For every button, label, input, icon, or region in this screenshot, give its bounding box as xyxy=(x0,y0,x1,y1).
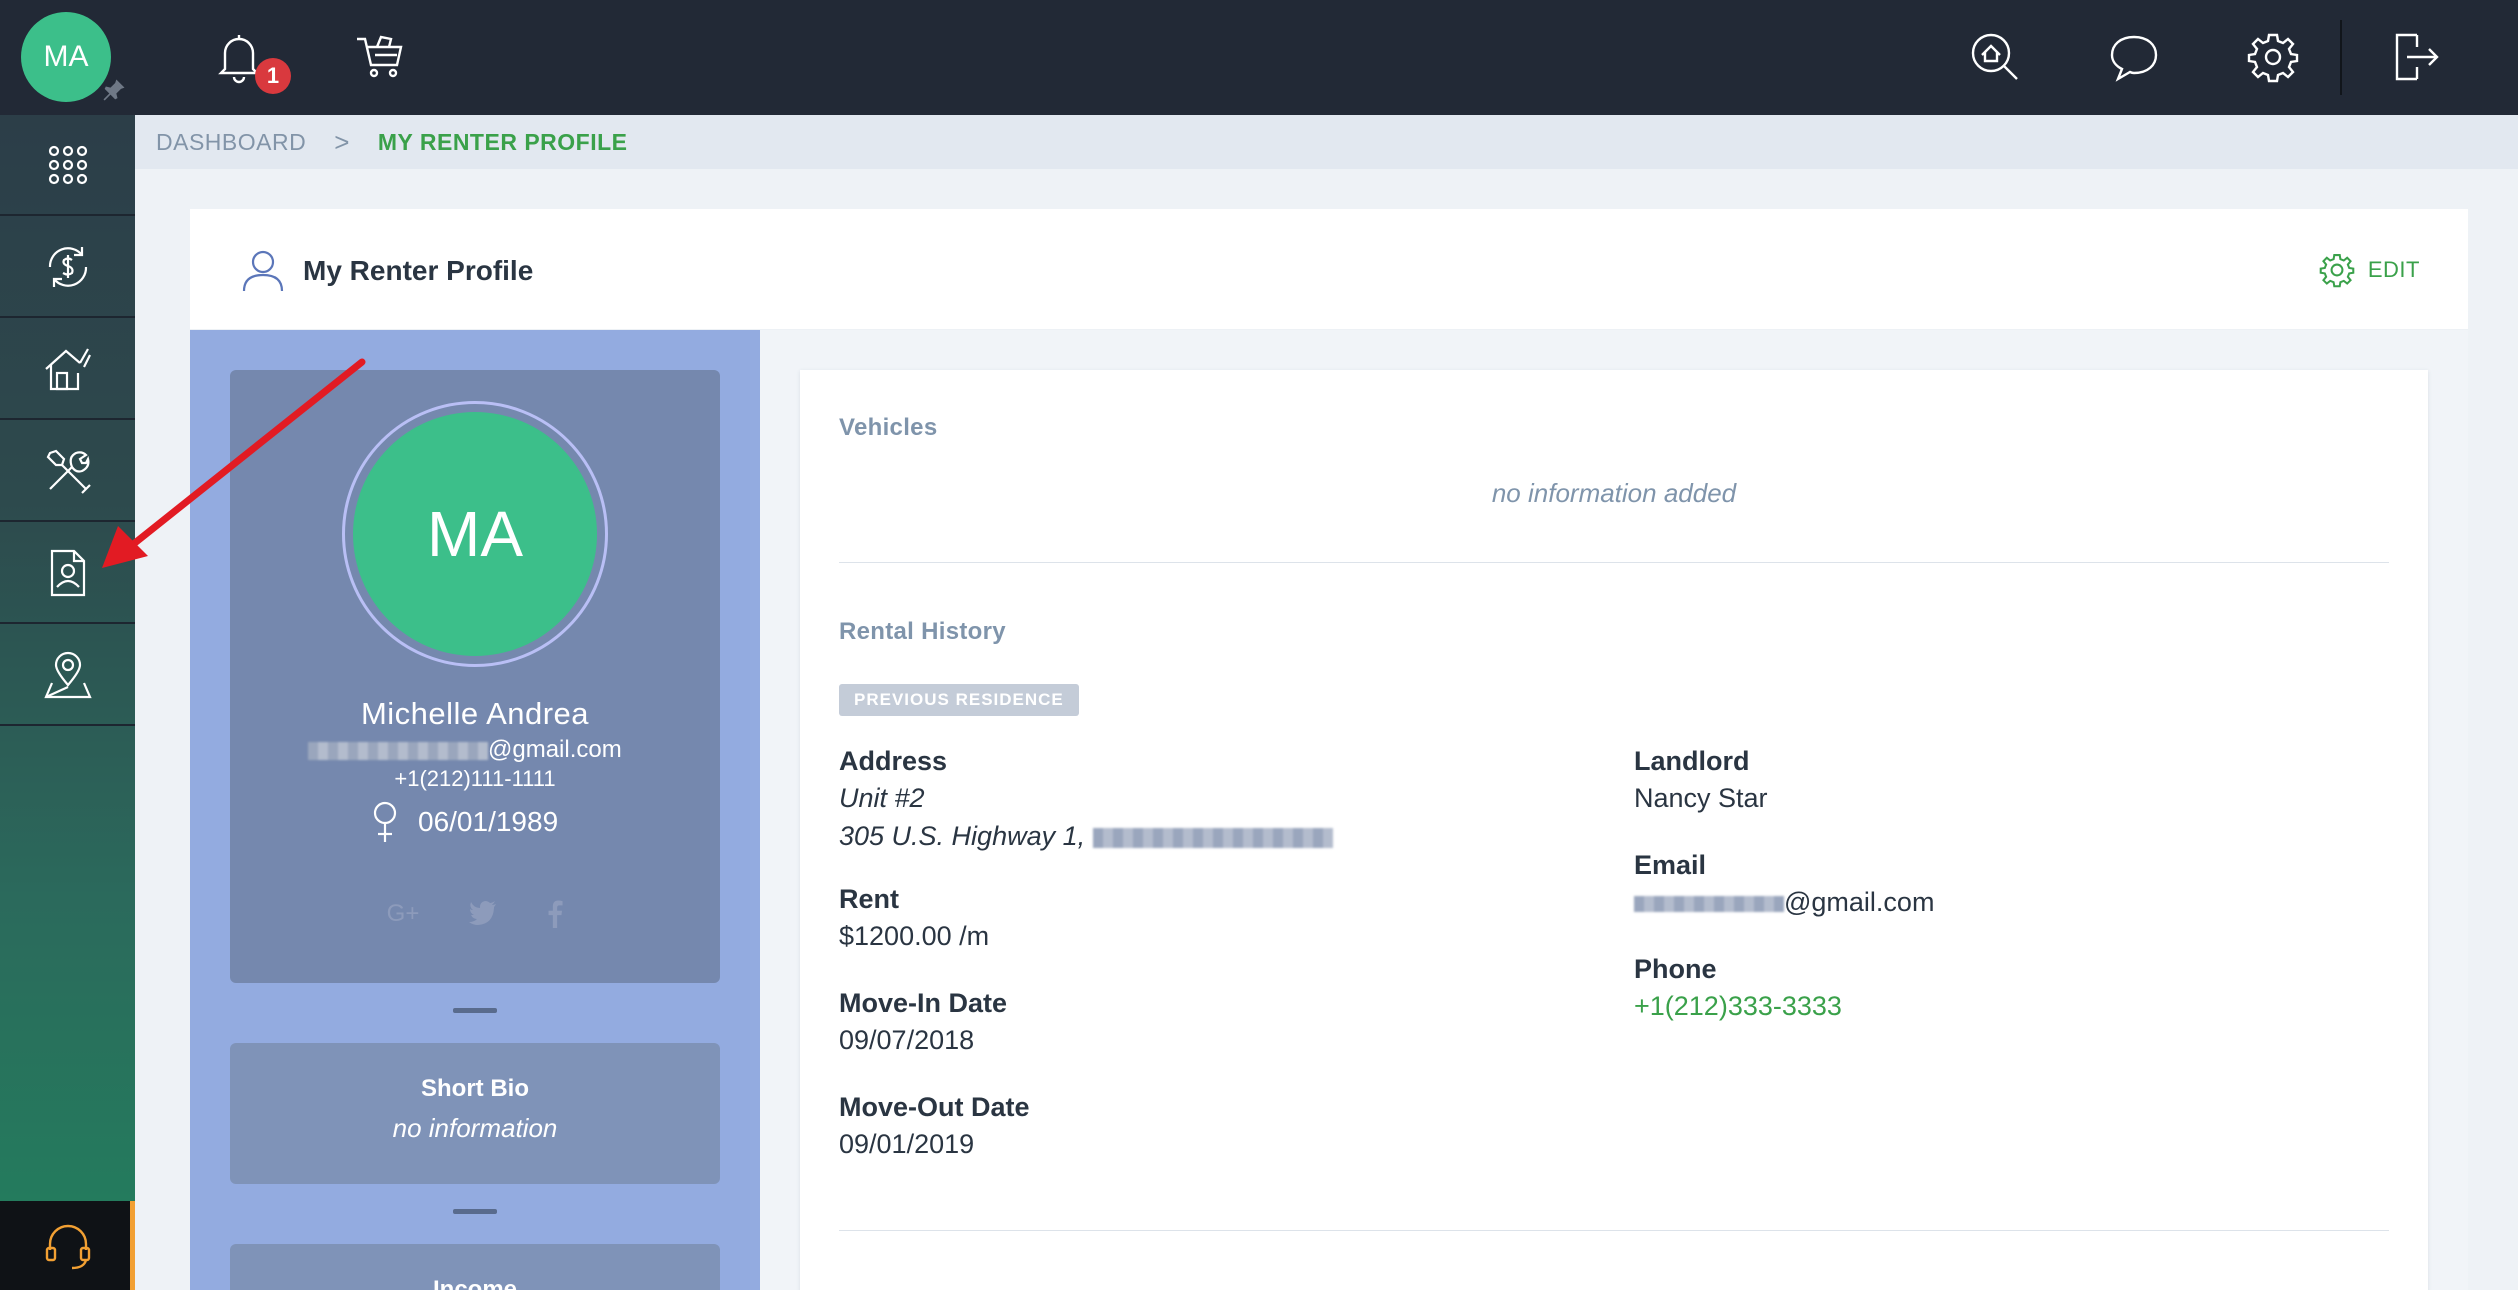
sidebar-item-dashboard[interactable] xyxy=(0,115,135,216)
landlord-phone-label: Phone xyxy=(1634,954,1717,984)
rent-value: $1200.00 /m xyxy=(839,921,990,951)
topbar-divider xyxy=(2340,20,2342,95)
address-label: Address xyxy=(839,746,948,776)
home-search-icon xyxy=(1971,33,2018,80)
renter-profile-icon xyxy=(50,549,85,596)
landlord-value: Nancy Star xyxy=(1634,783,1768,813)
edit-label: EDIT xyxy=(2367,257,2420,282)
section-drag-handle[interactable] xyxy=(453,1008,497,1013)
card-header: My Renter Profile EDIT xyxy=(190,209,2468,330)
move-out-label: Move-Out Date xyxy=(839,1092,1030,1122)
profile-avatar-ring: MA xyxy=(342,401,608,667)
address-line1: Unit #2 xyxy=(839,783,925,813)
cart-button[interactable] xyxy=(351,27,411,87)
tools-icon xyxy=(46,449,91,494)
edit-button[interactable]: EDIT xyxy=(2318,251,2420,289)
grid-icon xyxy=(48,145,87,184)
previous-residence-badge: PREVIOUS RESIDENCE xyxy=(839,684,1079,716)
move-in-label: Move-In Date xyxy=(839,988,1008,1018)
redacted-text xyxy=(1092,827,1333,848)
messages-button[interactable] xyxy=(2104,27,2164,87)
landlord-email-value: @gmail.com xyxy=(1634,887,1934,918)
landlord-email-domain: @gmail.com xyxy=(1784,887,1935,917)
facebook-icon[interactable] xyxy=(547,900,563,928)
details-panel: Vehicles no information added Rental His… xyxy=(800,370,2428,1290)
profile-phone: +1(212)111-1111 xyxy=(394,766,556,791)
twitter-icon[interactable] xyxy=(469,900,497,926)
vehicles-empty-text: no information added xyxy=(1491,478,1737,508)
redacted-text xyxy=(308,741,488,760)
profile-avatar: MA xyxy=(353,412,597,656)
pin-icon[interactable] xyxy=(100,76,128,104)
landlord-label: Landlord xyxy=(1634,746,1750,776)
cart-icon xyxy=(357,35,403,78)
sidebar-item-payments[interactable] xyxy=(0,217,135,318)
settings-button[interactable] xyxy=(2243,27,2303,87)
profile-email-domain: @gmail.com xyxy=(488,736,622,763)
chat-icon xyxy=(2110,35,2158,82)
breadcrumb-current: MY RENTER PROFILE xyxy=(377,128,628,155)
sidebar-item-locations[interactable] xyxy=(0,625,135,726)
female-icon xyxy=(373,801,397,842)
google-plus-icon[interactable]: G+ xyxy=(387,900,420,928)
move-in-value: 09/07/2018 xyxy=(839,1025,975,1055)
profile-email: @gmail.com xyxy=(308,736,622,764)
bio-text: no information xyxy=(392,1113,558,1143)
profile-summary: MA Michelle Andrea @gmail.com +1(212)111… xyxy=(230,370,720,983)
sidebar: MA xyxy=(0,0,135,1290)
bio-title: Short Bio xyxy=(421,1075,529,1102)
gear-icon xyxy=(2319,254,2355,288)
section-divider xyxy=(839,1230,2389,1231)
income-section: Income xyxy=(230,1244,720,1290)
sidebar-item-maintenance[interactable] xyxy=(0,319,135,420)
sidebar-avatar-area: MA xyxy=(0,0,135,115)
short-bio-section: Short Bio no information xyxy=(230,1043,720,1184)
profile-name: Michelle Andrea xyxy=(360,696,590,731)
notification-badge: 1 xyxy=(255,58,291,94)
breadcrumb: DASHBOARD > MY RENTER PROFILE xyxy=(135,115,2518,169)
gear-icon xyxy=(2247,33,2299,83)
logout-icon xyxy=(2395,33,2439,81)
rental-history-title: Rental History xyxy=(839,618,1006,645)
payments-icon xyxy=(48,246,87,287)
landlord-email-label: Email xyxy=(1634,850,1707,880)
support-accent-bar xyxy=(130,1201,135,1290)
user-avatar[interactable]: MA xyxy=(21,12,111,102)
sidebar-item-tools[interactable] xyxy=(0,421,135,522)
address-line2: 305 U.S. Highway 1, xyxy=(839,821,1333,852)
top-bar: 1 xyxy=(135,0,2518,115)
profile-dob-row: 06/01/1989 xyxy=(370,800,558,844)
headset-icon xyxy=(45,1224,90,1269)
breadcrumb-separator: > xyxy=(334,126,350,157)
rent-label: Rent xyxy=(839,884,899,914)
search-properties-button[interactable] xyxy=(1965,27,2025,87)
details-column: Vehicles no information added Rental His… xyxy=(760,330,2468,1290)
vehicles-title: Vehicles xyxy=(839,414,938,441)
sidebar-item-renter-profile[interactable] xyxy=(0,523,135,624)
section-drag-handle[interactable] xyxy=(453,1209,497,1214)
social-links: G+ xyxy=(230,900,720,928)
move-out-value: 09/01/2019 xyxy=(839,1129,975,1159)
address-line2-text: 305 U.S. Highway 1, xyxy=(839,821,1086,851)
profile-dob: 06/01/1989 xyxy=(418,806,559,837)
logout-button[interactable] xyxy=(2385,27,2445,87)
section-divider xyxy=(839,562,2389,563)
breadcrumb-dashboard[interactable]: DASHBOARD xyxy=(156,129,306,156)
renter-profile-card: My Renter Profile EDIT MA Michelle Andre… xyxy=(190,209,2468,1290)
support-button[interactable] xyxy=(0,1201,135,1290)
home-repair-icon xyxy=(44,347,91,390)
landlord-phone-link[interactable]: +1(212)333-3333 xyxy=(1634,991,1842,1022)
profile-column: MA Michelle Andrea @gmail.com +1(212)111… xyxy=(190,330,760,1290)
page-title: My Renter Profile xyxy=(303,255,534,286)
user-icon xyxy=(242,250,284,292)
income-title: Income xyxy=(432,1276,518,1290)
map-pin-icon xyxy=(43,651,92,698)
redacted-text xyxy=(1634,895,1784,912)
